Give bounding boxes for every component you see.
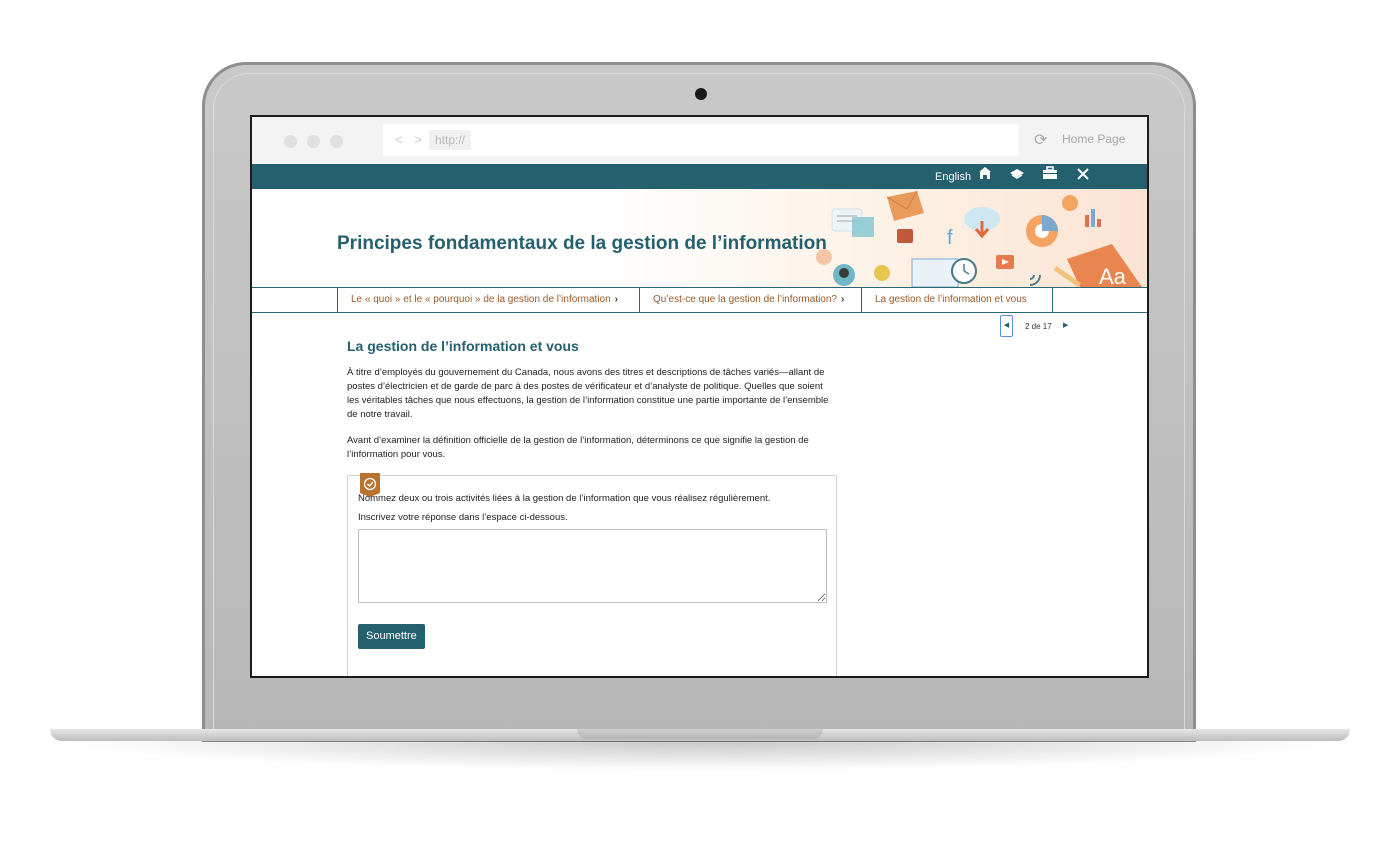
- answer-textarea[interactable]: [358, 529, 827, 603]
- activity-question: Nommez deux ou trois activités liées à l…: [358, 493, 771, 504]
- previous-page-button[interactable]: ◀: [1000, 315, 1013, 337]
- browser-chrome: < > http:// ⟳ Home Page: [252, 117, 1147, 164]
- chevron-right-icon: ›: [841, 294, 845, 305]
- activity-box: Nommez deux ou trois activités liées à l…: [347, 473, 837, 676]
- svg-text:Aa: Aa: [1099, 264, 1127, 287]
- intro-paragraph: À titre d’employés du gouvernement du Ca…: [347, 367, 829, 420]
- section-menu: Le « quoi » et le « pourquoi » de la ges…: [252, 287, 1147, 313]
- svg-text:f: f: [947, 227, 953, 249]
- chevron-right-icon: ›: [614, 294, 618, 305]
- banner-illustration-icon: f Aa: [816, 190, 1142, 287]
- menu-item-quoi-pourquoi[interactable]: Le « quoi » et le « pourquoi » de la ges…: [337, 288, 639, 312]
- window-minimize-dot[interactable]: [307, 135, 320, 148]
- toolbox-icon[interactable]: [1040, 166, 1060, 186]
- menu-item-label: Qu’est-ce que la gestion de l’informatio…: [653, 294, 837, 305]
- submit-button[interactable]: Soumettre: [358, 624, 425, 649]
- page-counter: 2 de 17: [1025, 322, 1052, 331]
- course-banner: f Aa Principes fondamentaux de la gestio…: [252, 189, 1147, 287]
- laptop-notch: [577, 729, 823, 739]
- url-placeholder: http://: [429, 130, 472, 150]
- menu-item-vous[interactable]: La gestion de l’information et vous: [861, 288, 1053, 312]
- camera-icon: [695, 88, 707, 100]
- back-forward-arrows-icon[interactable]: < >: [395, 132, 426, 147]
- menu-item-label: La gestion de l’information et vous: [875, 294, 1027, 305]
- language-toggle[interactable]: English: [935, 171, 971, 183]
- course-toolbar: English: [252, 164, 1147, 189]
- menu-item-definition[interactable]: Qu’est-ce que la gestion de l’informatio…: [639, 288, 861, 312]
- activity-instruction: Inscrivez votre réponse dans l’espace ci…: [358, 512, 568, 523]
- menu-item-label: Le « quoi » et le « pourquoi » de la ges…: [351, 294, 611, 305]
- reload-icon[interactable]: ⟳: [1034, 130, 1047, 150]
- window-maximize-dot[interactable]: [330, 135, 343, 148]
- window-close-dot[interactable]: [284, 135, 297, 148]
- glossary-icon[interactable]: [1007, 166, 1027, 186]
- screen: < > http:// ⟳ Home Page English f Aa Pri…: [250, 115, 1149, 678]
- home-icon[interactable]: [975, 166, 995, 186]
- laptop-shadow: [60, 741, 1340, 771]
- page-heading: La gestion de l’information et vous: [347, 338, 579, 354]
- url-bar[interactable]: < > http://: [383, 124, 1019, 156]
- close-icon[interactable]: [1073, 166, 1093, 186]
- next-page-button[interactable]: ▶: [1063, 321, 1068, 329]
- home-page-link[interactable]: Home Page: [1062, 132, 1125, 146]
- second-paragraph: Avant d’examiner la définition officiell…: [347, 435, 809, 460]
- course-title: Principes fondamentaux de la gestion de …: [337, 233, 827, 254]
